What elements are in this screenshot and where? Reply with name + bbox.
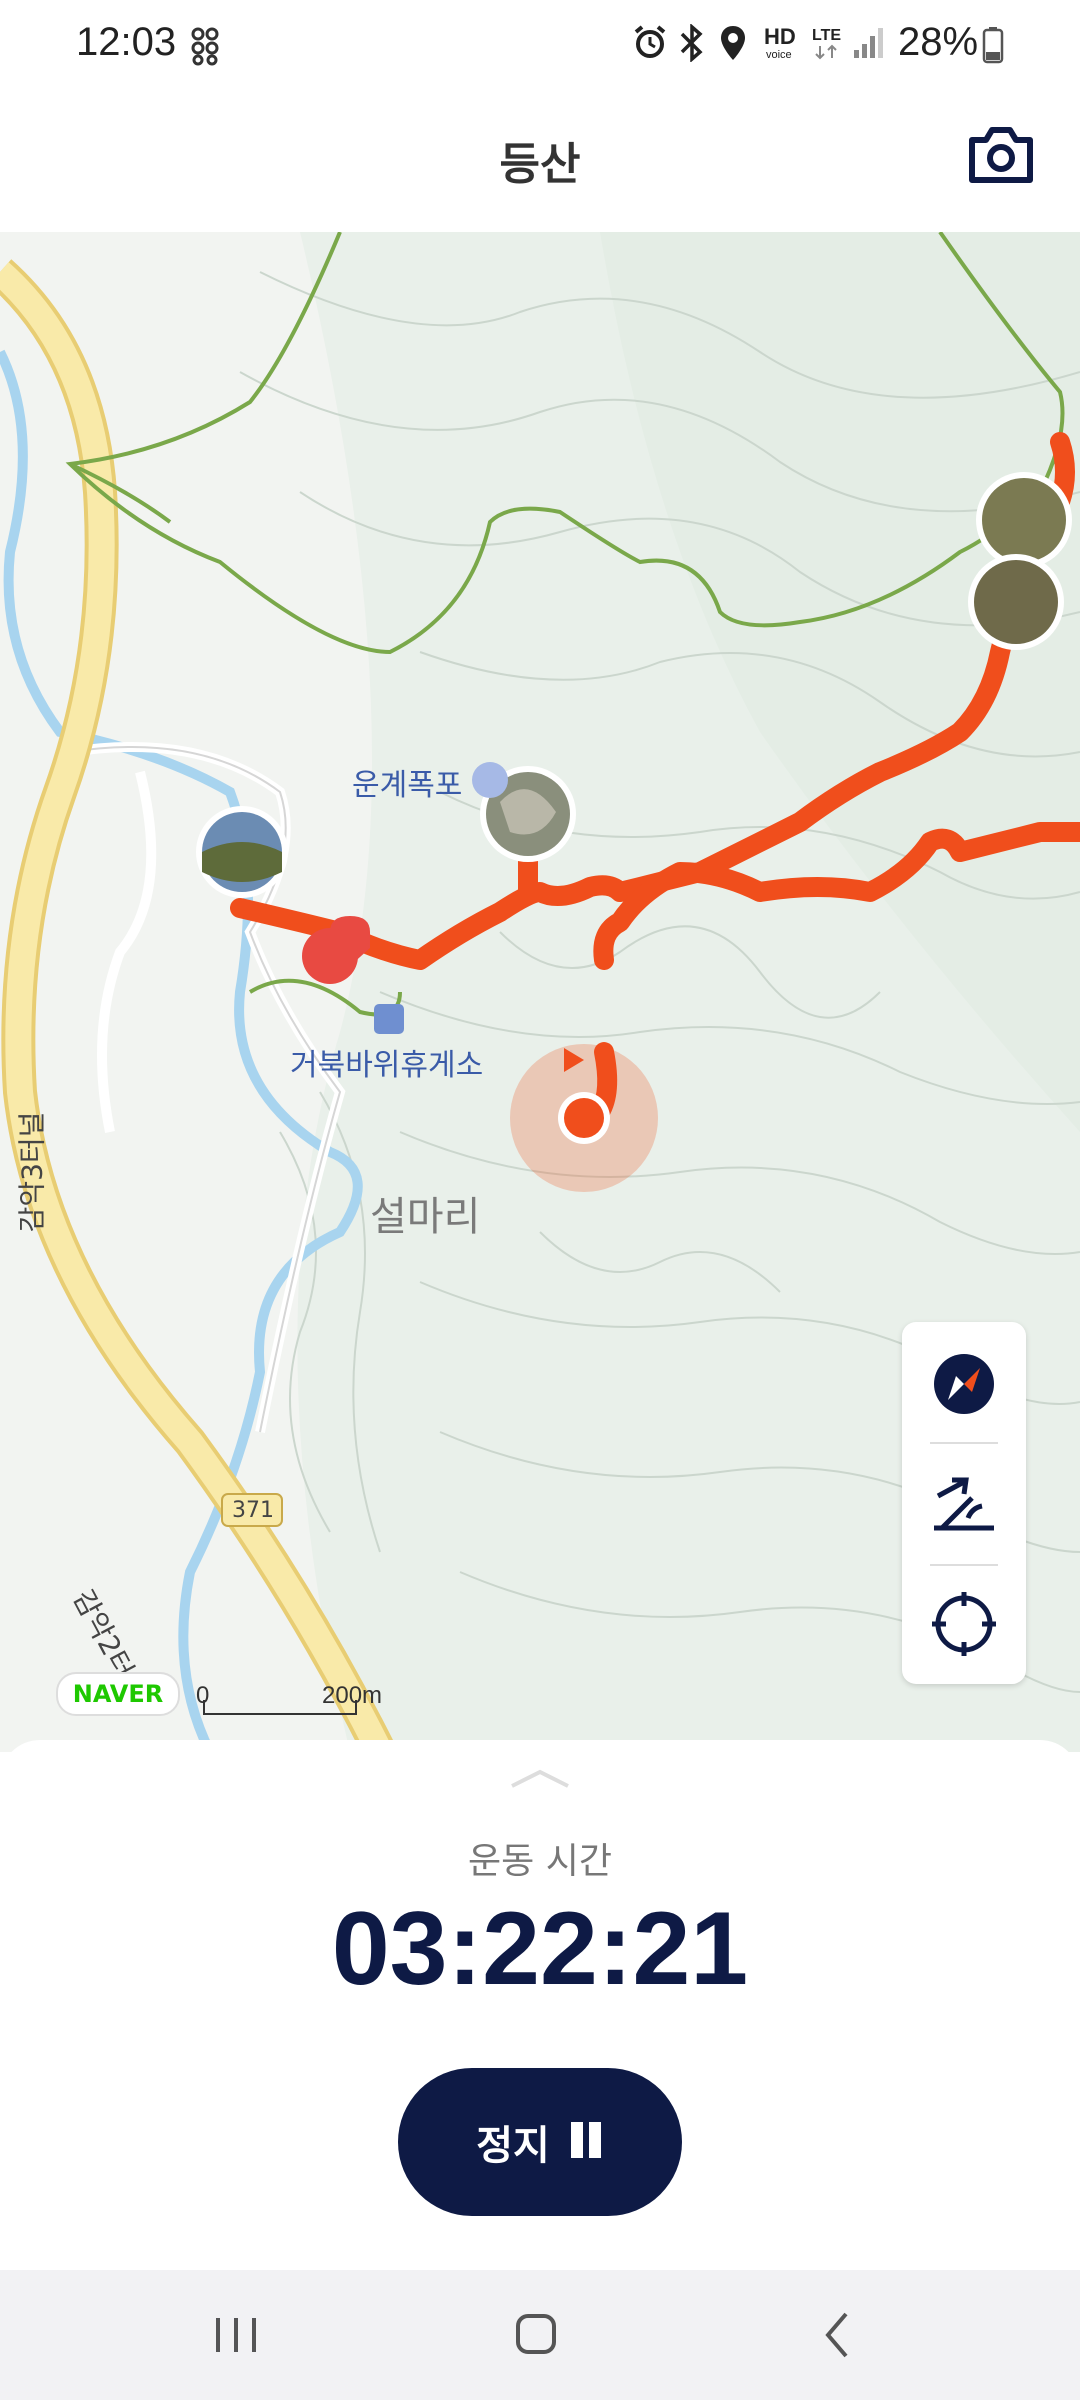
exercise-time-label: 운동 시간 xyxy=(468,1841,612,1882)
village-label: 설마리 xyxy=(370,1194,481,1240)
route-number-label: 371 xyxy=(232,1498,274,1523)
location-icon xyxy=(721,26,745,60)
status-time: 12:03 xyxy=(76,20,177,64)
map-controls xyxy=(902,1322,1026,1684)
battery-percent: 28% xyxy=(898,20,979,64)
scale-zero-label: 0 xyxy=(196,1682,210,1709)
stop-button-label: 정지 xyxy=(476,2123,550,2169)
lte-icon: LTE xyxy=(812,27,841,60)
compass-icon xyxy=(934,1354,994,1414)
tunnel3-label: 감악3터널 xyxy=(15,1111,49,1233)
battery-icon xyxy=(982,27,1004,64)
elevation-icon xyxy=(934,1477,994,1531)
compass-button[interactable] xyxy=(902,1322,1026,1440)
poi-waterfall-label[interactable]: 운계폭포 xyxy=(352,760,462,804)
system-nav-bar xyxy=(0,2270,1080,2400)
recents-icon[interactable] xyxy=(196,2300,276,2370)
stop-button[interactable]: 정지 xyxy=(398,2068,682,2216)
hd-voice-icon: HD voice xyxy=(764,24,796,61)
pause-icon xyxy=(568,2122,604,2162)
camera-button[interactable] xyxy=(966,120,1036,190)
bluetooth-icon xyxy=(680,24,703,62)
chevron-up-icon[interactable] xyxy=(508,1766,572,1790)
svg-text:voice: voice xyxy=(766,49,792,61)
status-bar: 12:03 HD voice LTE 28% xyxy=(0,0,1080,92)
svg-text:HD: HD xyxy=(764,24,796,49)
locate-icon xyxy=(932,1592,996,1656)
camera-icon xyxy=(969,127,1033,183)
svg-text:LTE: LTE xyxy=(812,27,841,44)
exercise-time-value: 03:22:21 xyxy=(331,1891,749,2007)
notification-dots-icon xyxy=(191,27,219,66)
page-title: 등산 xyxy=(499,139,581,190)
home-icon[interactable] xyxy=(496,2300,576,2370)
alarm-icon xyxy=(634,25,666,58)
scale-distance-label: 200m xyxy=(322,1682,383,1709)
poi-rest-area-label[interactable]: 거북바위휴게소 xyxy=(290,1040,483,1084)
elevation-button[interactable] xyxy=(902,1444,1026,1562)
workout-bottom-sheet: 운동 시간 03:22:21 정지 xyxy=(0,1740,1080,2270)
app-header: 등산 xyxy=(0,92,1080,232)
signal-icon xyxy=(854,28,883,58)
naver-logo: NAVER xyxy=(56,1672,180,1716)
map-view[interactable]: 운계폭포 거북바위휴게소 설마리 감악3터널 감악2터널 371 NAVER 0… xyxy=(0,232,1080,1752)
back-icon[interactable] xyxy=(798,2300,878,2370)
locate-button[interactable] xyxy=(902,1566,1026,1684)
